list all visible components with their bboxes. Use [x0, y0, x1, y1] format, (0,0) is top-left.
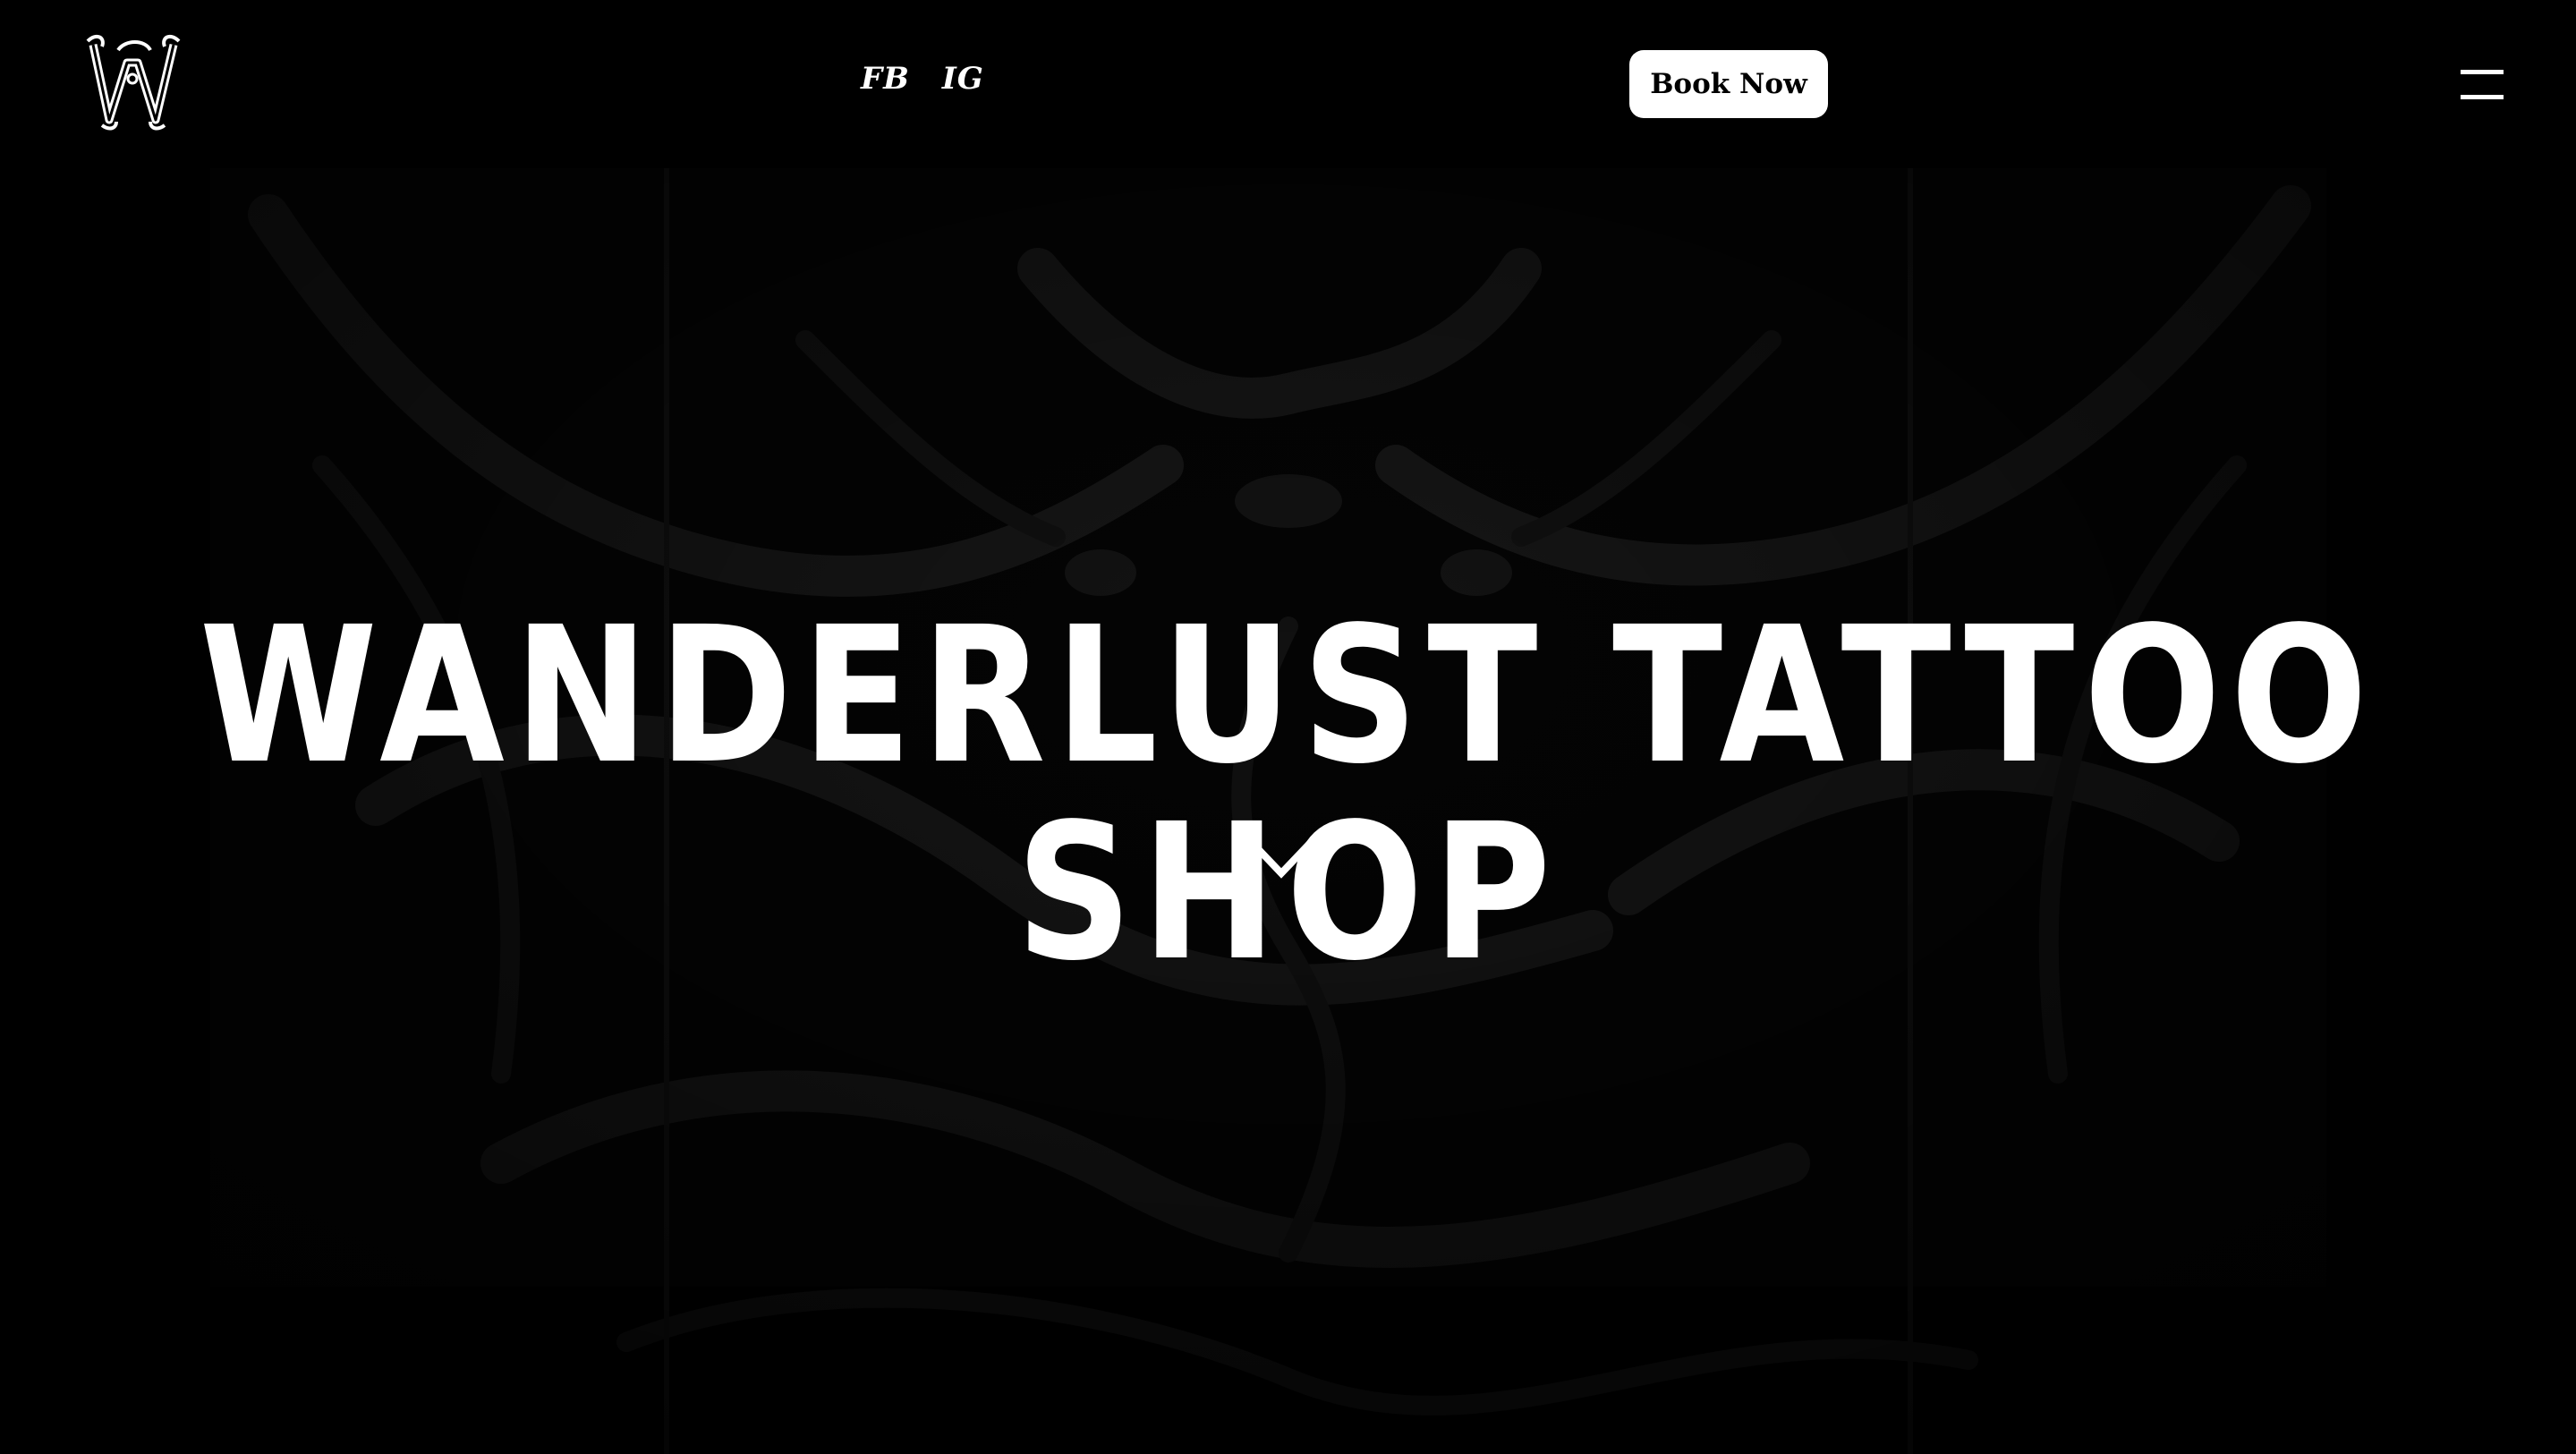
- facebook-link[interactable]: FB: [861, 59, 910, 98]
- menu-bar-top: [2461, 70, 2504, 74]
- hero-title: WANDERLUST TATTOO SHOP: [199, 586, 2377, 1002]
- hamburger-menu-icon[interactable]: [2457, 63, 2507, 104]
- social-links: FB IG: [861, 59, 984, 98]
- instagram-link[interactable]: IG: [942, 59, 984, 98]
- chevron-down-icon[interactable]: [1242, 829, 1321, 882]
- site-header: FB IG Book Now: [0, 0, 2576, 168]
- menu-bar-bottom: [2461, 95, 2504, 99]
- book-now-button[interactable]: Book Now: [1629, 50, 1828, 118]
- w-monogram-logo-icon[interactable]: [86, 32, 184, 132]
